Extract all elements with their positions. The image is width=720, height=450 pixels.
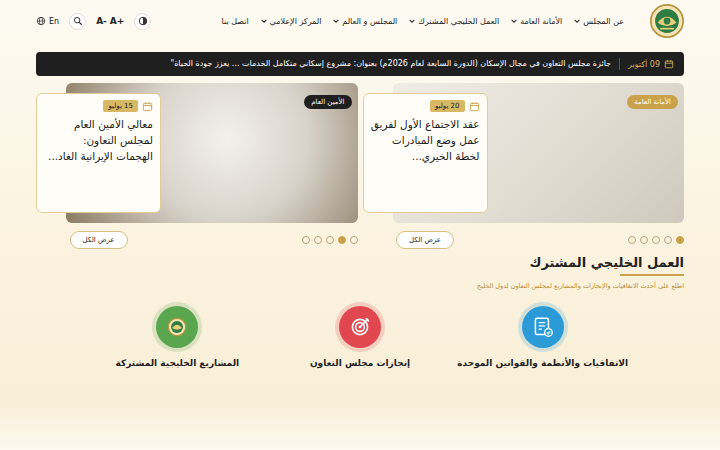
- document-check-icon: [530, 314, 556, 340]
- calendar-icon: [664, 59, 674, 69]
- section-title: العمل الخليجي المشترك: [36, 255, 684, 270]
- news-date: 20 يوليو: [371, 100, 480, 112]
- item-label: المشاريع الخليجية المشتركة: [116, 358, 240, 368]
- contrast-button[interactable]: [134, 13, 151, 30]
- carousel-dot[interactable]: [628, 236, 636, 244]
- language-switch[interactable]: En: [36, 16, 59, 26]
- font-decrease-button[interactable]: A-: [96, 16, 107, 26]
- carousel-dot[interactable]: [676, 236, 684, 244]
- chevron-down-icon: [510, 17, 518, 25]
- carousel-dots: [628, 236, 684, 244]
- target-icon: [347, 314, 373, 340]
- item-icon-circle: [156, 306, 198, 348]
- search-button[interactable]: [69, 13, 86, 30]
- news-title: عقد الاجتماع الأول لفريق عمل وضع المبادر…: [371, 117, 480, 164]
- title-underline: [620, 274, 684, 276]
- nav-item[interactable]: المجلس و العالم: [332, 17, 397, 26]
- calendar-icon: [469, 101, 480, 112]
- tools: A- A+ En: [36, 13, 151, 30]
- search-icon: [73, 16, 83, 26]
- chevron-down-icon: [573, 17, 581, 25]
- carousel-controls: عرض الكل: [363, 231, 685, 249]
- globe-icon: [36, 16, 46, 26]
- section-subtitle: اطلع على أحدث الاتفاقيات والإنجازات والم…: [36, 282, 684, 290]
- top-bar: عن المجلس الأمانة العامة العمل الخليجي ا…: [0, 0, 720, 42]
- joint-work-section: العمل الخليجي المشترك اطلع على أحدث الات…: [0, 255, 720, 368]
- carousel-dot[interactable]: [652, 236, 660, 244]
- carousel-dots: [302, 236, 358, 244]
- item-label: الاتفاقيات والأنظمة والقوانين الموحدة: [457, 358, 628, 368]
- calendar-icon: [142, 101, 153, 112]
- news-carousel: الأمانة العامة 20 يوليو عقد الاجتماع الأ…: [363, 83, 685, 249]
- nav-item[interactable]: الأمانة العامة: [510, 17, 562, 26]
- category-badge: الأمين العام: [304, 95, 351, 109]
- joint-work-item[interactable]: المشاريع الخليجية المشتركة: [86, 306, 269, 368]
- slide[interactable]: الأمانة العامة 20 يوليو عقد الاجتماع الأ…: [363, 83, 685, 223]
- carousel-dot[interactable]: [338, 236, 346, 244]
- joint-work-items: الاتفاقيات والأنظمة والقوانين الموحدة إن…: [36, 306, 684, 368]
- carousel-dot[interactable]: [314, 236, 322, 244]
- news-ticker: 09 أكتوبر جائزة مجلس التعاون في مجال الإ…: [36, 52, 684, 76]
- view-all-button[interactable]: عرض الكل: [70, 231, 128, 249]
- contrast-icon: [138, 16, 148, 26]
- ticker-date: 09 أكتوبر: [628, 59, 674, 69]
- news-card[interactable]: 15 يوليو معالي الأمين العام لمجلس التعاو…: [36, 93, 161, 213]
- nav-item[interactable]: اتصل بنا: [222, 17, 249, 26]
- nav-item[interactable]: عن المجلس: [573, 17, 624, 26]
- carousel-dot[interactable]: [350, 236, 358, 244]
- news-card[interactable]: 20 يوليو عقد الاجتماع الأول لفريق عمل وض…: [363, 93, 488, 213]
- item-label: إنجازات مجلس التعاون: [310, 358, 410, 368]
- item-icon-circle: [339, 306, 381, 348]
- news-carousel: الأمين العام 15 يوليو معالي الأمين العام…: [36, 83, 358, 249]
- carousel-dot[interactable]: [326, 236, 334, 244]
- news-carousels: الأمانة العامة 20 يوليو عقد الاجتماع الأ…: [0, 83, 720, 249]
- carousel-controls: عرض الكل: [36, 231, 358, 249]
- nav-item[interactable]: المركز الإعلامي: [260, 17, 322, 26]
- font-size-tools: A- A+: [96, 16, 124, 26]
- page: عن المجلس الأمانة العامة العمل الخليجي ا…: [0, 0, 720, 450]
- font-increase-button[interactable]: A+: [110, 16, 125, 26]
- main-nav: عن المجلس الأمانة العامة العمل الخليجي ا…: [222, 17, 624, 26]
- carousel-dot[interactable]: [664, 236, 672, 244]
- item-icon-circle: [522, 306, 564, 348]
- news-date: 15 يوليو: [44, 100, 153, 112]
- chevron-down-icon: [332, 17, 340, 25]
- ticker-text[interactable]: جائزة مجلس التعاون في مجال الإسكان (الدو…: [170, 59, 611, 69]
- carousel-dot[interactable]: [640, 236, 648, 244]
- chevron-down-icon: [260, 17, 268, 25]
- chevron-down-icon: [408, 17, 416, 25]
- news-title: معالي الأمين العام لمجلس التعاون: الهجما…: [44, 117, 153, 164]
- nav-item[interactable]: العمل الخليجي المشترك: [408, 17, 499, 26]
- ticker-separator: [619, 58, 620, 70]
- carousel-dot[interactable]: [302, 236, 310, 244]
- view-all-button[interactable]: عرض الكل: [396, 231, 454, 249]
- category-badge: الأمانة العامة: [627, 95, 678, 109]
- joint-work-item[interactable]: إنجازات مجلس التعاون: [269, 306, 452, 368]
- slide[interactable]: الأمين العام 15 يوليو معالي الأمين العام…: [36, 83, 358, 223]
- gcc-emblem-icon: [164, 314, 190, 340]
- gcc-logo-icon[interactable]: [650, 4, 684, 38]
- joint-work-item[interactable]: الاتفاقيات والأنظمة والقوانين الموحدة: [451, 306, 634, 368]
